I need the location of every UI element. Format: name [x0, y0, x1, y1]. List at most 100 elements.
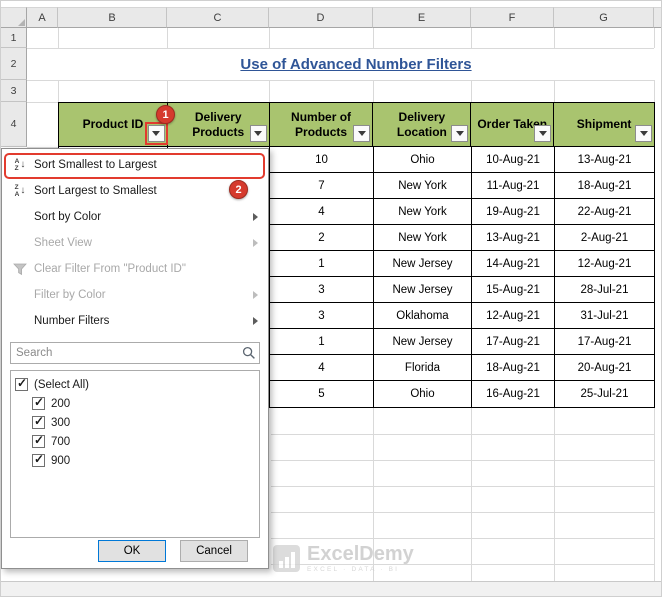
- filter-check-item[interactable]: ✓ 900: [15, 451, 259, 470]
- row-header-1[interactable]: 1: [1, 28, 27, 48]
- column-header-g[interactable]: G: [554, 7, 654, 28]
- search-input[interactable]: [10, 342, 260, 364]
- cancel-button[interactable]: Cancel: [180, 540, 248, 562]
- filter-check-item[interactable]: ✓ 300: [15, 413, 259, 432]
- cell-number-of-products[interactable]: 2: [270, 225, 374, 250]
- filter-check-item[interactable]: ✓ (Select All): [15, 375, 259, 394]
- cell-number-of-products[interactable]: 3: [270, 303, 374, 328]
- checkbox-icon[interactable]: ✓: [32, 433, 45, 448]
- delivery-products-filter-button[interactable]: [249, 125, 267, 142]
- menu-item-sort-smallest-to-largest[interactable]: AZ ↓ Sort Smallest to Largest: [2, 152, 268, 178]
- cell-number-of-products[interactable]: 7: [270, 173, 374, 198]
- cell-delivery-location[interactable]: New Jersey: [374, 251, 472, 276]
- cell-shipment[interactable]: 2-Aug-21: [555, 225, 654, 250]
- autofilter-menu: AZ ↓ Sort Smallest to Largest ZA ↓ Sort …: [1, 148, 269, 569]
- cell-number-of-products[interactable]: 5: [270, 381, 374, 407]
- menu-item-sort-largest-to-smallest[interactable]: ZA ↓ Sort Largest to Smallest: [2, 178, 268, 204]
- cell-order-taken[interactable]: 12-Aug-21: [472, 303, 555, 328]
- cell-shipment[interactable]: 18-Aug-21: [555, 173, 654, 198]
- cell-delivery-location[interactable]: Ohio: [374, 381, 472, 407]
- cell-delivery-location[interactable]: New York: [374, 225, 472, 250]
- cell-delivery-location[interactable]: New Jersey: [374, 277, 472, 302]
- cell-shipment[interactable]: 20-Aug-21: [555, 355, 654, 380]
- check-label: 300: [51, 416, 71, 429]
- cell-order-taken[interactable]: 13-Aug-21: [472, 225, 555, 250]
- table-header-row: Product ID Delivery Products Number of P…: [59, 103, 654, 147]
- row-header-2[interactable]: 2: [1, 48, 27, 80]
- cell-shipment[interactable]: 17-Aug-21: [555, 329, 654, 354]
- header-label: Product ID: [82, 117, 144, 131]
- header-number-of-products[interactable]: Number of Products: [269, 103, 374, 146]
- cell-number-of-products[interactable]: 3: [270, 277, 374, 302]
- cell-order-taken[interactable]: 16-Aug-21: [472, 381, 555, 407]
- menu-item-list: AZ ↓ Sort Smallest to Largest ZA ↓ Sort …: [2, 149, 268, 334]
- row-header-3[interactable]: 3: [1, 80, 27, 102]
- excel-window: A B C D E F G 1 2 3 4 Use of Advanced Nu…: [0, 0, 662, 597]
- cell-shipment[interactable]: 31-Jul-21: [555, 303, 654, 328]
- filter-check-item[interactable]: ✓ 700: [15, 432, 259, 451]
- cell-order-taken[interactable]: 18-Aug-21: [472, 355, 555, 380]
- cell-delivery-location[interactable]: Oklahoma: [374, 303, 472, 328]
- ok-button[interactable]: OK: [98, 540, 166, 562]
- number-of-products-filter-button[interactable]: [353, 125, 371, 142]
- cell-delivery-location[interactable]: Florida: [374, 355, 472, 380]
- cell-shipment[interactable]: 28-Jul-21: [555, 277, 654, 302]
- cell-order-taken[interactable]: 19-Aug-21: [472, 199, 555, 224]
- dropdown-arrow-icon: [357, 131, 366, 136]
- select-all-corner[interactable]: [1, 7, 27, 28]
- cell-number-of-products[interactable]: 4: [270, 355, 374, 380]
- cell-shipment[interactable]: 25-Jul-21: [555, 381, 654, 407]
- shipment-filter-button[interactable]: [635, 125, 652, 142]
- cell-number-of-products[interactable]: 1: [270, 251, 374, 276]
- checkbox-icon[interactable]: ✓: [32, 395, 45, 410]
- header-shipment[interactable]: Shipment: [554, 103, 654, 146]
- dropdown-arrow-icon: [639, 131, 648, 136]
- cell-order-taken[interactable]: 10-Aug-21: [472, 147, 555, 172]
- step-1-badge: 1: [156, 105, 175, 124]
- check-label: (Select All): [34, 378, 89, 391]
- cell-delivery-location[interactable]: New York: [374, 199, 472, 224]
- cell-order-taken[interactable]: 15-Aug-21: [472, 277, 555, 302]
- cell-delivery-location[interactable]: New Jersey: [374, 329, 472, 354]
- column-header-d[interactable]: D: [269, 7, 373, 28]
- order-taken-filter-button[interactable]: [534, 125, 552, 142]
- column-header-e[interactable]: E: [373, 7, 471, 28]
- cell-shipment[interactable]: 13-Aug-21: [555, 147, 654, 172]
- menu-item-label: Number Filters: [34, 315, 110, 327]
- menu-item-number-filters[interactable]: Number Filters: [2, 308, 268, 334]
- cell-delivery-location[interactable]: Ohio: [374, 147, 472, 172]
- submenu-arrow-icon: [253, 213, 258, 221]
- checkbox-icon[interactable]: ✓: [32, 452, 45, 467]
- column-header-a[interactable]: A: [27, 7, 58, 28]
- menu-item-label: Sort Largest to Smallest: [34, 185, 157, 197]
- column-header-c[interactable]: C: [167, 7, 269, 28]
- checkbox-icon[interactable]: ✓: [32, 414, 45, 429]
- header-order-taken[interactable]: Order Taken: [471, 103, 555, 146]
- menu-item-sort-by-color[interactable]: Sort by Color: [2, 204, 268, 230]
- column-header-f[interactable]: F: [471, 7, 554, 28]
- row-header-4[interactable]: 4: [1, 102, 27, 147]
- filter-check-item[interactable]: ✓ 200: [15, 394, 259, 413]
- cell-order-taken[interactable]: 17-Aug-21: [472, 329, 555, 354]
- product-id-filter-button[interactable]: [144, 122, 168, 145]
- menu-item-label: Sort Smallest to Largest: [34, 159, 157, 171]
- cell-number-of-products[interactable]: 10: [270, 147, 374, 172]
- menu-item-sheet-view: Sheet View: [2, 230, 268, 256]
- header-delivery-products[interactable]: Delivery Products: [167, 103, 270, 146]
- cell-order-taken[interactable]: 11-Aug-21: [472, 173, 555, 198]
- cell-delivery-location[interactable]: New York: [374, 173, 472, 198]
- menu-item-clear-filter: Clear Filter From "Product ID": [2, 256, 268, 282]
- cell-number-of-products[interactable]: 4: [270, 199, 374, 224]
- checkbox-icon[interactable]: ✓: [15, 376, 28, 391]
- check-label: 700: [51, 435, 71, 448]
- cell-number-of-products[interactable]: 1: [270, 329, 374, 354]
- cell-order-taken[interactable]: 14-Aug-21: [472, 251, 555, 276]
- delivery-location-filter-button[interactable]: [451, 125, 469, 142]
- watermark-tagline: EXCEL · DATA · BI: [307, 566, 400, 573]
- cell-shipment[interactable]: 12-Aug-21: [555, 251, 654, 276]
- header-product-id[interactable]: Product ID: [59, 103, 168, 146]
- cell-shipment[interactable]: 22-Aug-21: [555, 199, 654, 224]
- column-header-b[interactable]: B: [58, 7, 167, 28]
- header-delivery-location[interactable]: Delivery Location: [373, 103, 472, 146]
- sort-az-icon: AZ ↓: [14, 158, 26, 172]
